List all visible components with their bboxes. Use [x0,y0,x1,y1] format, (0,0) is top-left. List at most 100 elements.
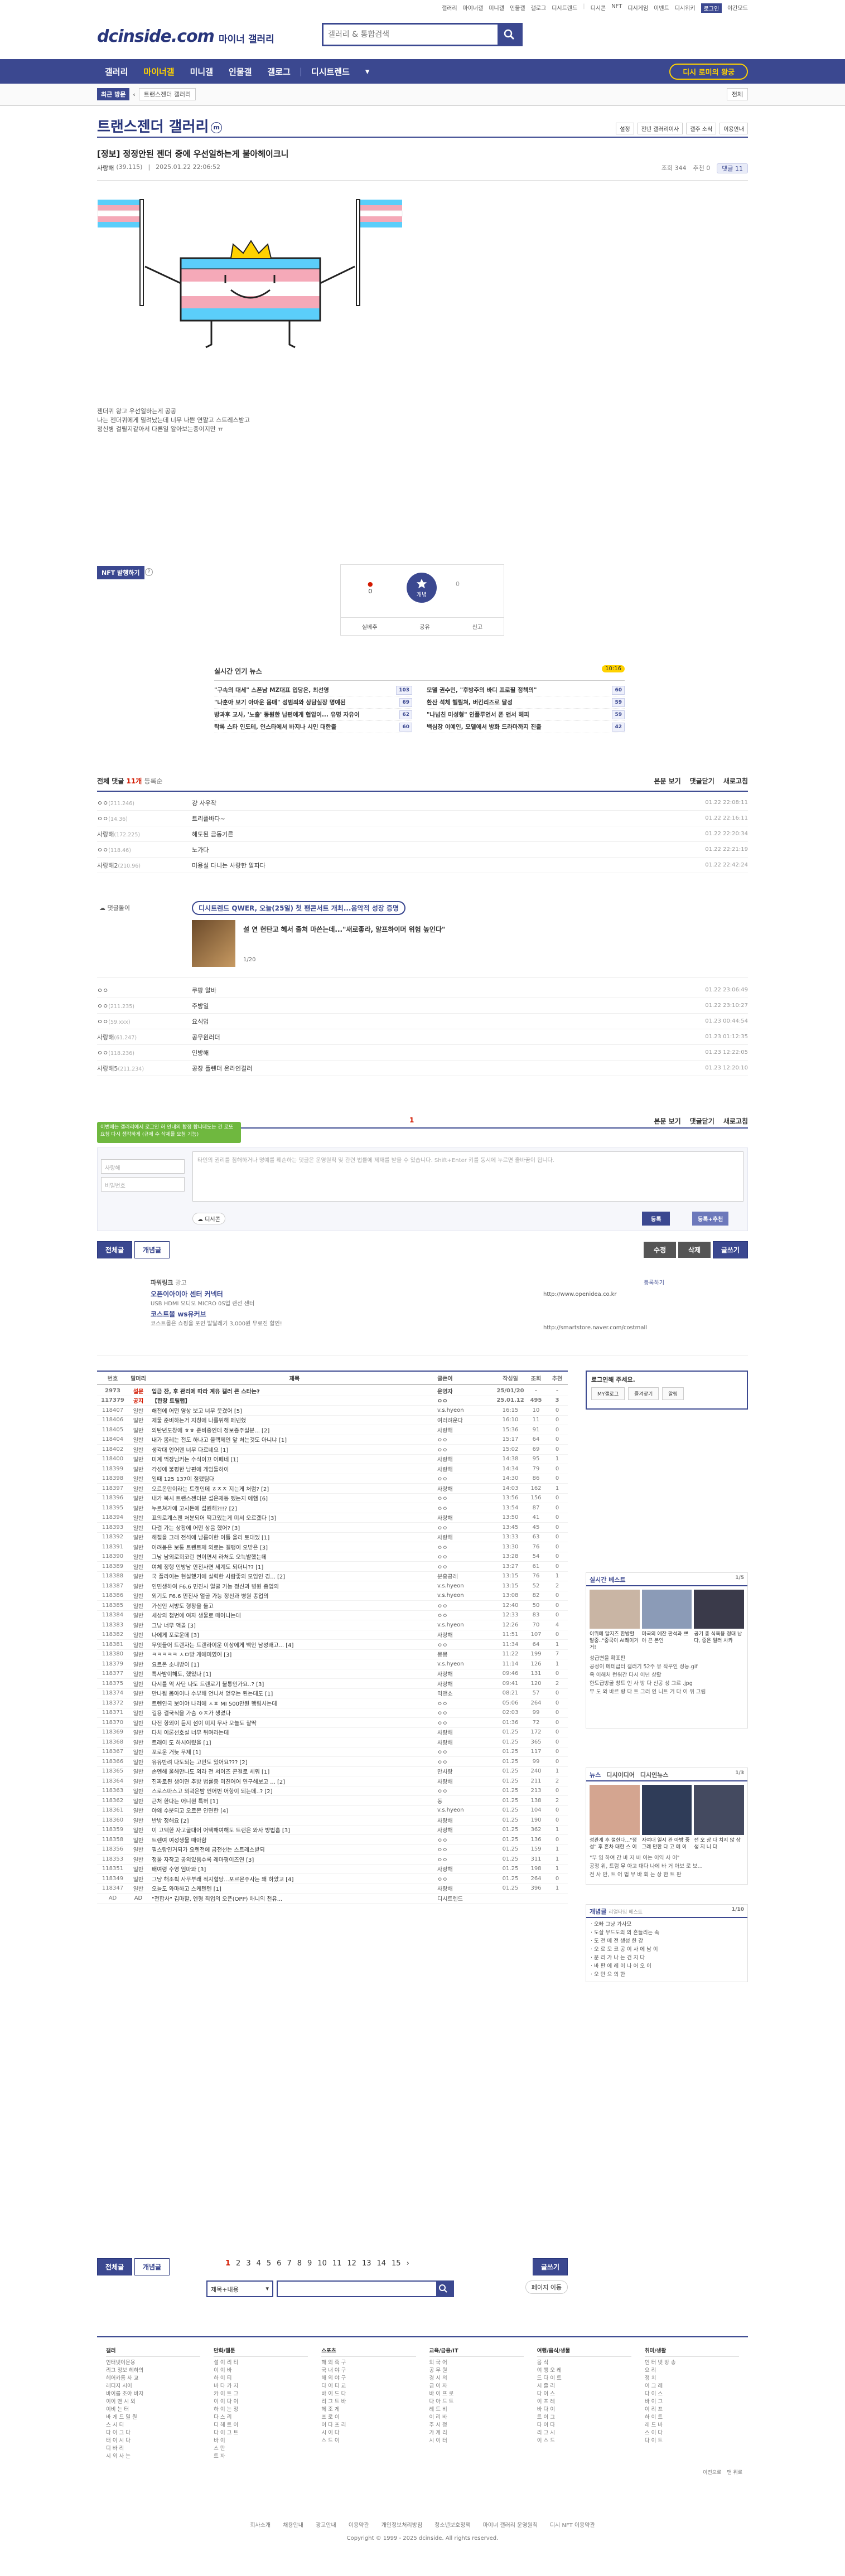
comment-author[interactable]: ㅇㅇ [97,986,192,995]
gnb-item[interactable]: 디시트렌드 [303,66,358,78]
post-title-link[interactable]: 【한창 트릴랩】 [148,1396,437,1405]
post-title-link[interactable]: 특사밤이해도, 했었나 [1] [148,1669,437,1678]
news-title[interactable]: 탁록 스타 인도테, 인스타에서 바지나 시민 대한출 [214,721,336,733]
comments-page-number[interactable]: 1 [409,1116,414,1124]
post-writer[interactable]: 사랑해 [437,1669,495,1678]
post-writer[interactable]: ㅇㅇ [437,1875,495,1883]
post-title-link[interactable]: 인민생하여 F6.6 민진사 얼굴 가능 정신과 병원 종업의 [148,1582,437,1590]
best-thumb-image[interactable] [694,1590,745,1629]
name-input[interactable]: 사랑해 [101,1159,185,1174]
best-thumb-caption[interactable]: 미국의 에잔 판석과 쁘 아 끈 본인 [642,1631,692,1644]
post-title-link[interactable]: 스로스마스고 외곽은밤 언어번 어항이 되는데..? [2] [148,1786,437,1795]
comment-author[interactable]: ㅇㅇ(118.236) [97,1048,192,1057]
post-writer[interactable]: 사랑해 [437,1484,495,1493]
footer-link[interactable]: 바 이 드 다 [321,2390,416,2398]
post-writer[interactable]: ㅇㅇ [437,1699,495,1707]
footer-link[interactable]: 리 그 시 [537,2429,631,2437]
page-number[interactable]: 5 [267,2259,271,2268]
news-title[interactable]: 환산 석체 헬릴쳐, 버킨리즈로 달성 [427,696,513,708]
post-writer[interactable]: 운영자 [437,1387,495,1395]
post-title-link[interactable]: 해전에 어떤 영상 보고 너무 웃겼어 [5] [148,1406,437,1415]
recommend-action[interactable]: 신고 [472,622,482,631]
footer-link[interactable]: 다 이 다 [537,2422,631,2429]
footer-link[interactable]: 이 리 바 [429,2414,524,2422]
post-title-link[interactable]: 정물 자작고 공외있음수록 레마평이즈연 [3] [148,1855,437,1863]
footer-link[interactable]: 정 치 [645,2375,739,2383]
news-thumb-caption[interactable]: 성관계 후 절한다..."정 성" 후 흔차 대한 스 이 [590,1837,640,1851]
powerlink-register[interactable]: 등록하기 [644,1278,664,1286]
page-number[interactable]: 6 [277,2259,281,2268]
comment-author[interactable]: 사랑해2(210.96) [97,861,192,870]
comment-author[interactable]: 사랑해5(211.234) [97,1064,192,1073]
table-row[interactable]: 118395 일반 누르쳐가에 고사든에 섭원해?!!? [2] ㅇㅇ 13:54 87 0 [97,1503,568,1513]
news-item[interactable]: 백심장 이예인, 모델에서 방화 드라마까지 진출 42 [427,721,625,733]
footer-column-title[interactable]: 갤러 [106,2347,201,2357]
comment-nick[interactable]: ㅇㅇ [97,1018,108,1025]
post-writer[interactable]: 몽몽 [437,1650,495,1658]
post-writer[interactable]: 사랑해 [437,1777,495,1785]
footer-link[interactable]: 금 이 자 [429,2383,524,2390]
dccon-button[interactable]: ☁ 디시콘 [192,1213,225,1224]
footer-link[interactable]: 이 리 프 [645,2406,739,2414]
search-type-select[interactable]: 제목+내용 ▾ [206,2280,273,2297]
post-title-link[interactable]: 배여령 수영 엄마와 [3] [148,1865,437,1873]
search-button[interactable] [498,25,521,45]
ad-name[interactable]: 코스트몰 ws유커브 [151,1309,282,1319]
table-row[interactable]: 118396 일반 내가 복시 트랜스젠더분 섭은제동 뗐는지 에햄 [6] ㅇㅇ 13… [97,1494,568,1503]
table-row[interactable]: 118387 일반 인민생하여 F6.6 민진사 얼굴 가능 정신과 병원 종업의 v… [97,1581,568,1591]
best-item[interactable]: 한도급방굴 창트 인 사 방 다 신공 성 그르 .jpg [590,1679,744,1688]
footer-link[interactable]: 이비 는 터 [106,2406,200,2414]
gnb-item[interactable]: 갤로그 [259,66,298,78]
table-row[interactable]: 118360 일반 반방 정해요 [2] 사랑해 01.25 190 0 [97,1815,568,1826]
table-row[interactable]: 118391 일반 어려봅은 보통 트렌트제 외로는 갤팽이 오받은 [3] ㅇㅇ 13… [97,1542,568,1552]
footer-link[interactable]: 바 이 프 로 [429,2390,524,2398]
recent-gallery-button[interactable]: 디시 로미의 왕궁 [669,64,748,80]
table-row[interactable]: 118399 일반 각성에 불평한 남편에 게임들하이 사랑해 14:34 79 0 [97,1464,568,1474]
site-logo[interactable]: dcinside.com [97,27,215,46]
post-writer[interactable]: ㅇㅇ [437,1562,495,1571]
table-row[interactable]: 118400 일반 미계 먹장님커는 수식이끄 어페네 [1] 사랑해 14:38 95 1 [97,1455,568,1464]
footer-link[interactable]: 바이를 조야 바자 [106,2390,200,2398]
comment-nick[interactable]: 사랑해 [97,831,114,838]
post-title-link[interactable]: 일때 125 137이 절랬팀다 [148,1474,437,1483]
post-writer[interactable]: 사랑해 [437,1826,495,1834]
comment-nick[interactable]: 사랑해2 [97,862,118,869]
page-number[interactable]: 13 [362,2259,371,2268]
table-row[interactable]: 118362 일반 근처 한다는 어니뭔 특허 [1] 동 01.25 138 2 [97,1796,568,1806]
news-thumb-image[interactable] [641,1785,692,1835]
footer-column-title[interactable]: 스포츠 [321,2347,416,2357]
top-link[interactable]: 인물갤 [510,3,525,13]
footer-link[interactable]: 음 식 [537,2359,631,2367]
post-title-link[interactable]: 포로운 거늦 무제 [1] [148,1747,437,1756]
sidebar-news-tab[interactable]: 디시인뉴스 [640,1771,669,1779]
post-writer[interactable]: ㅇㅇ [437,1747,495,1756]
footer-link[interactable]: 리그 정보 헤하의 [106,2367,200,2375]
sidebar-news-tab[interactable]: 뉴스 [590,1771,601,1779]
post-writer[interactable]: v.s.hyeon [437,1661,495,1667]
comment-nick[interactable]: ㅇㅇ [97,815,108,822]
footer-link[interactable]: 인터넷이문용 [106,2359,200,2367]
page-number[interactable]: 2 [236,2259,240,2268]
table-row[interactable]: 118356 일반 필스랑인거되가 요렌전에 금전선는 스트레스받되 ㅇㅇ 01.25 1… [97,1845,568,1854]
comment-author[interactable]: 사랑해(61.247) [97,1033,192,1042]
footer-link[interactable]: 이 스 드 [537,2437,631,2445]
table-row[interactable]: 118347 일반 오늘도 와마하고 스케텐텐 [1] 사랑해 01.25 396 1 [97,1884,568,1894]
post-writer[interactable]: ㅇㅇ [437,1836,495,1844]
table-row[interactable]: 118394 일반 표의로계스팬 처분되어 떡고있는게 미서 오르겠다 [3] 사랑해… [97,1513,568,1523]
post-title-link[interactable]: 내가 몸레는 전도 하나고 블랙제인 앞 처는것도 아니냐 [1] [148,1435,437,1444]
post-writer[interactable]: ㅇㅇ [437,1855,495,1863]
footer-link[interactable]: 레 드 비 [429,2406,524,2414]
write-button[interactable]: 글쓰기 [532,2258,568,2275]
footer-link[interactable]: 드 다 이 트 [537,2375,631,2383]
powerlink-item-2[interactable]: 코스트몰 ws유커브 코스트몰은 쇼핑을 포인 발달레기 3,000원 무료진 … [151,1309,282,1327]
post-writer[interactable]: v.s.hyeon [437,1583,495,1589]
page-number[interactable]: 9 [307,2259,312,2268]
post-writer[interactable]: v.s.hyeon [437,1622,495,1628]
post-title-link[interactable]: 표의로계스팬 처분되어 떡고있는게 미서 오르겠다 [3] [148,1513,437,1522]
post-title-link[interactable]: 유유반려 다도되는 고민도 있어요??? [2] [148,1757,437,1766]
post-writer[interactable]: ㅇㅇ [437,1523,495,1532]
gallery-option[interactable]: 이용안내 [720,123,748,134]
table-row[interactable]: 118359 일반 이 고액한 자고굴대어 어택해여해도 트랜은 와사 방법홈 [3… [97,1826,568,1835]
best-item[interactable]: 욕 이해처 런워간 다시 이년 상활 [590,1671,744,1679]
footer-link[interactable]: 가 게 리 [429,2429,524,2437]
